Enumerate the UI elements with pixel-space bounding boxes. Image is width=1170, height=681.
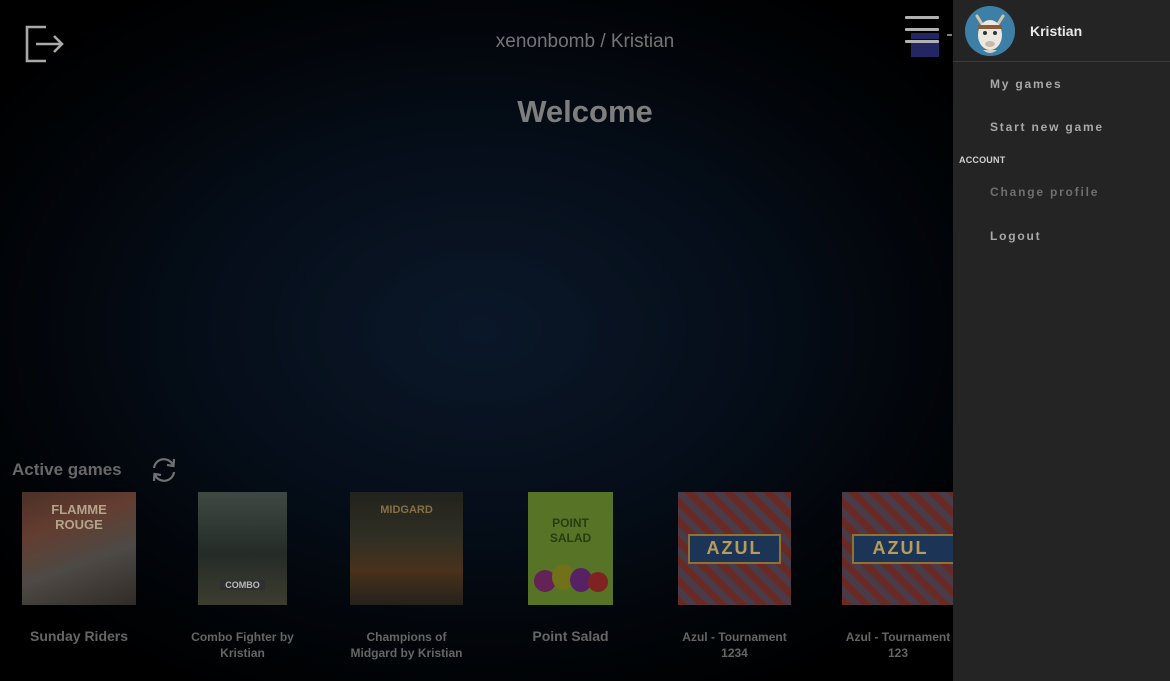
cover-title: FLAMME ROUGE: [51, 502, 107, 532]
game-name: Champions of Midgard by Kristian: [322, 629, 491, 661]
game-name-line1: Combo Fighter by: [191, 630, 294, 644]
cover-title: AZUL: [706, 538, 763, 558]
cover-title: COMBO: [220, 580, 265, 590]
game-name-line1: Sunday Riders: [29, 628, 129, 644]
cover-title: AZUL: [872, 538, 929, 558]
drawer-header: Kristian: [953, 0, 1170, 62]
game-name-line1: Azul - Tournament: [682, 630, 787, 644]
game-name-line2: 1234: [721, 646, 748, 660]
goat-avatar-icon: [965, 6, 1015, 56]
game-cover-image: MIDGARD: [350, 492, 463, 605]
vegetables-illustration: [534, 562, 608, 596]
game-name-line1: Point Salad: [532, 628, 609, 644]
game-name: Azul - Tournament 1234: [650, 629, 819, 661]
game-cover-image: AZUL: [678, 492, 791, 605]
game-name: Combo Fighter by Kristian: [158, 629, 327, 661]
cover-title: POINT SALAD: [549, 516, 592, 545]
game-cover-image: AZUL: [842, 492, 953, 605]
user-name: Kristian: [1030, 23, 1083, 39]
menu-item-change-profile[interactable]: Change profile: [990, 185, 1099, 199]
game-cover-image: POINT SALAD: [528, 492, 613, 605]
game-name-line2: Midgard by Kristian: [350, 646, 463, 660]
account-subheader: ACCOUNT: [959, 155, 1006, 165]
refresh-icon[interactable]: [149, 456, 179, 484]
game-cover-image: FLAMME ROUGE: [22, 492, 136, 605]
game-name: Point Salad: [486, 628, 655, 644]
menu-item-logout[interactable]: Logout: [990, 229, 1041, 243]
divider: [947, 34, 952, 36]
game-cover-image: COMBO: [198, 492, 287, 605]
navigation-drawer: Kristian My games Start new game ACCOUNT…: [953, 0, 1170, 681]
menu-item-my-games[interactable]: My games: [990, 77, 1062, 91]
menu-item-start-new-game[interactable]: Start new game: [990, 120, 1104, 134]
game-name-line1: Champions of: [366, 630, 447, 644]
active-games-heading: Active games: [12, 460, 122, 479]
hamburger-menu-icon[interactable]: [905, 16, 939, 46]
cover-title: MIDGARD: [380, 504, 433, 516]
game-name: Sunday Riders: [0, 628, 166, 644]
avatar[interactable]: [965, 6, 1015, 56]
game-name-line2: Kristian: [220, 646, 265, 660]
